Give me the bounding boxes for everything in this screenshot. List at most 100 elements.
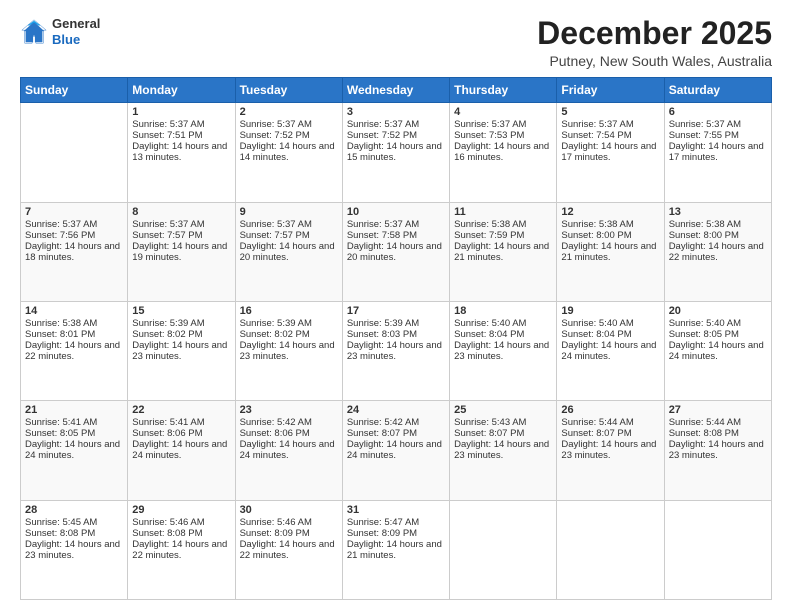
calendar-cell — [664, 500, 771, 599]
sunset: Sunset: 7:51 PM — [132, 130, 202, 141]
day-number: 20 — [669, 305, 767, 317]
sunrise: Sunrise: 5:47 AM — [347, 517, 419, 528]
sunset: Sunset: 8:06 PM — [240, 428, 310, 439]
daylight: Daylight: 14 hours and 24 minutes. — [561, 340, 656, 362]
sunset: Sunset: 8:07 PM — [347, 428, 417, 439]
calendar: SundayMondayTuesdayWednesdayThursdayFrid… — [20, 77, 772, 600]
main-title: December 2025 — [537, 16, 772, 51]
calendar-cell: 23 Sunrise: 5:42 AM Sunset: 8:06 PM Dayl… — [235, 401, 342, 500]
logo-general: General — [52, 16, 100, 32]
sunrise: Sunrise: 5:41 AM — [25, 417, 97, 428]
calendar-cell: 12 Sunrise: 5:38 AM Sunset: 8:00 PM Dayl… — [557, 202, 664, 301]
day-number: 23 — [240, 404, 338, 416]
daylight: Daylight: 14 hours and 23 minutes. — [454, 340, 549, 362]
day-number: 16 — [240, 305, 338, 317]
day-number: 13 — [669, 206, 767, 218]
sunrise: Sunrise: 5:42 AM — [347, 417, 419, 428]
sunrise: Sunrise: 5:38 AM — [669, 219, 741, 230]
daylight: Daylight: 14 hours and 23 minutes. — [25, 539, 120, 561]
calendar-cell: 29 Sunrise: 5:46 AM Sunset: 8:08 PM Dayl… — [128, 500, 235, 599]
daylight: Daylight: 14 hours and 15 minutes. — [347, 141, 442, 163]
day-number: 7 — [25, 206, 123, 218]
daylight: Daylight: 14 hours and 21 minutes. — [561, 241, 656, 263]
daylight: Daylight: 14 hours and 14 minutes. — [240, 141, 335, 163]
sunrise: Sunrise: 5:39 AM — [347, 318, 419, 329]
sunset: Sunset: 8:05 PM — [669, 329, 739, 340]
calendar-cell: 5 Sunrise: 5:37 AM Sunset: 7:54 PM Dayli… — [557, 103, 664, 202]
day-number: 15 — [132, 305, 230, 317]
daylight: Daylight: 14 hours and 17 minutes. — [561, 141, 656, 163]
calendar-cell: 4 Sunrise: 5:37 AM Sunset: 7:53 PM Dayli… — [450, 103, 557, 202]
sunrise: Sunrise: 5:40 AM — [454, 318, 526, 329]
sunset: Sunset: 8:01 PM — [25, 329, 95, 340]
calendar-cell: 27 Sunrise: 5:44 AM Sunset: 8:08 PM Dayl… — [664, 401, 771, 500]
calendar-cell: 1 Sunrise: 5:37 AM Sunset: 7:51 PM Dayli… — [128, 103, 235, 202]
sunrise: Sunrise: 5:37 AM — [240, 119, 312, 130]
day-number: 26 — [561, 404, 659, 416]
day-number: 24 — [347, 404, 445, 416]
sunrise: Sunrise: 5:38 AM — [561, 219, 633, 230]
sunrise: Sunrise: 5:37 AM — [347, 219, 419, 230]
calendar-day-header: Thursday — [450, 78, 557, 103]
day-number: 6 — [669, 106, 767, 118]
sunset: Sunset: 7:57 PM — [240, 230, 310, 241]
sunset: Sunset: 8:03 PM — [347, 329, 417, 340]
sunset: Sunset: 7:52 PM — [240, 130, 310, 141]
calendar-cell: 30 Sunrise: 5:46 AM Sunset: 8:09 PM Dayl… — [235, 500, 342, 599]
day-number: 9 — [240, 206, 338, 218]
calendar-cell: 11 Sunrise: 5:38 AM Sunset: 7:59 PM Dayl… — [450, 202, 557, 301]
daylight: Daylight: 14 hours and 17 minutes. — [669, 141, 764, 163]
daylight: Daylight: 14 hours and 24 minutes. — [347, 439, 442, 461]
sunrise: Sunrise: 5:45 AM — [25, 517, 97, 528]
day-number: 2 — [240, 106, 338, 118]
calendar-cell: 6 Sunrise: 5:37 AM Sunset: 7:55 PM Dayli… — [664, 103, 771, 202]
calendar-day-header: Saturday — [664, 78, 771, 103]
sunrise: Sunrise: 5:37 AM — [347, 119, 419, 130]
daylight: Daylight: 14 hours and 19 minutes. — [132, 241, 227, 263]
day-number: 22 — [132, 404, 230, 416]
calendar-cell: 2 Sunrise: 5:37 AM Sunset: 7:52 PM Dayli… — [235, 103, 342, 202]
daylight: Daylight: 14 hours and 24 minutes. — [132, 439, 227, 461]
day-number: 21 — [25, 404, 123, 416]
sunrise: Sunrise: 5:39 AM — [132, 318, 204, 329]
daylight: Daylight: 14 hours and 22 minutes. — [25, 340, 120, 362]
sunrise: Sunrise: 5:44 AM — [561, 417, 633, 428]
day-number: 27 — [669, 404, 767, 416]
sunset: Sunset: 7:52 PM — [347, 130, 417, 141]
sunset: Sunset: 8:06 PM — [132, 428, 202, 439]
calendar-week-row: 7 Sunrise: 5:37 AM Sunset: 7:56 PM Dayli… — [21, 202, 772, 301]
daylight: Daylight: 14 hours and 22 minutes. — [240, 539, 335, 561]
sunset: Sunset: 8:00 PM — [669, 230, 739, 241]
sunset: Sunset: 8:00 PM — [561, 230, 631, 241]
daylight: Daylight: 14 hours and 21 minutes. — [347, 539, 442, 561]
calendar-cell: 31 Sunrise: 5:47 AM Sunset: 8:09 PM Dayl… — [342, 500, 449, 599]
calendar-day-header: Sunday — [21, 78, 128, 103]
sunrise: Sunrise: 5:41 AM — [132, 417, 204, 428]
day-number: 17 — [347, 305, 445, 317]
daylight: Daylight: 14 hours and 16 minutes. — [454, 141, 549, 163]
day-number: 11 — [454, 206, 552, 218]
day-number: 4 — [454, 106, 552, 118]
day-number: 31 — [347, 504, 445, 516]
sunset: Sunset: 7:53 PM — [454, 130, 524, 141]
logo: General Blue — [20, 16, 100, 47]
calendar-body: 1 Sunrise: 5:37 AM Sunset: 7:51 PM Dayli… — [21, 103, 772, 600]
calendar-cell — [450, 500, 557, 599]
sunset: Sunset: 7:59 PM — [454, 230, 524, 241]
header: General Blue December 2025 Putney, New S… — [20, 16, 772, 69]
calendar-cell: 15 Sunrise: 5:39 AM Sunset: 8:02 PM Dayl… — [128, 301, 235, 400]
day-number: 12 — [561, 206, 659, 218]
sunrise: Sunrise: 5:37 AM — [132, 219, 204, 230]
sunrise: Sunrise: 5:37 AM — [561, 119, 633, 130]
calendar-week-row: 1 Sunrise: 5:37 AM Sunset: 7:51 PM Dayli… — [21, 103, 772, 202]
day-number: 5 — [561, 106, 659, 118]
calendar-cell: 24 Sunrise: 5:42 AM Sunset: 8:07 PM Dayl… — [342, 401, 449, 500]
sunset: Sunset: 8:08 PM — [25, 528, 95, 539]
calendar-cell: 18 Sunrise: 5:40 AM Sunset: 8:04 PM Dayl… — [450, 301, 557, 400]
sunrise: Sunrise: 5:46 AM — [132, 517, 204, 528]
calendar-day-header: Monday — [128, 78, 235, 103]
calendar-day-header: Wednesday — [342, 78, 449, 103]
daylight: Daylight: 14 hours and 24 minutes. — [240, 439, 335, 461]
calendar-cell: 9 Sunrise: 5:37 AM Sunset: 7:57 PM Dayli… — [235, 202, 342, 301]
calendar-cell: 17 Sunrise: 5:39 AM Sunset: 8:03 PM Dayl… — [342, 301, 449, 400]
